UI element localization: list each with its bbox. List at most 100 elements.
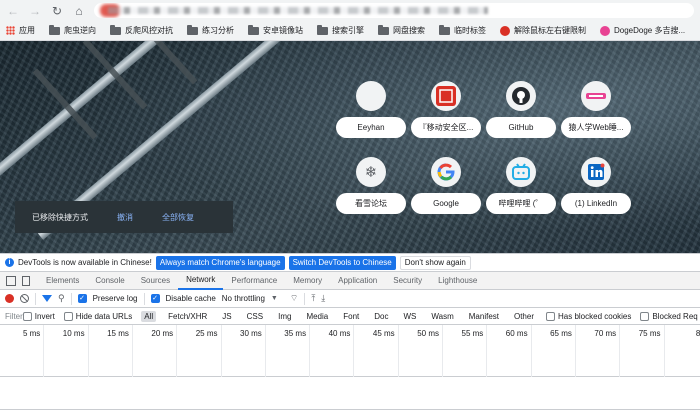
hide-data-urls-checkbox[interactable]: [63, 311, 73, 321]
reload-icon[interactable]: ↻: [50, 4, 64, 18]
clear-icon[interactable]: [20, 294, 29, 303]
tab-security[interactable]: Security: [385, 272, 430, 290]
import-har-icon[interactable]: ⤒: [311, 293, 315, 304]
shortcut-tile[interactable]: GitHub: [485, 79, 557, 141]
hide-data-urls-option[interactable]: Hide data URLs: [63, 311, 133, 321]
bookmark-label: 应用: [19, 26, 35, 35]
type-filter-all[interactable]: All: [141, 310, 157, 322]
tab-performance[interactable]: Performance: [223, 272, 285, 290]
has-blocked-cookies-option[interactable]: Has blocked cookies: [546, 311, 631, 321]
folder-icon: [378, 24, 389, 35]
hide-data-urls-label: Hide data URLs: [75, 311, 133, 321]
type-filter-fetch-xhr[interactable]: Fetch/XHR: [165, 311, 210, 322]
shortcut-tile[interactable]: 猿人学Web睡...: [560, 79, 632, 141]
tab-network[interactable]: Network: [178, 272, 224, 290]
tab-sources[interactable]: Sources: [133, 272, 178, 290]
blocked-requests-option[interactable]: Blocked Req: [640, 311, 698, 321]
separator: [143, 292, 145, 305]
bookmark-folder[interactable]: 安卓镜像站: [248, 24, 303, 36]
search-icon[interactable]: ⚲: [58, 293, 65, 304]
bookmark-folder[interactable]: 爬虫逆向: [49, 24, 96, 36]
shortcut-tile[interactable]: 哔哩哔哩 (゜: [485, 155, 557, 217]
bookmark-label: 安卓镜像站: [263, 26, 303, 35]
type-filter-manifest[interactable]: Manifest: [466, 311, 502, 322]
shortcut-label: Eeyhan: [336, 117, 406, 138]
folder-icon: [317, 24, 328, 35]
language-infobar: i DevTools is now available in Chinese! …: [0, 253, 700, 272]
bookmark-folder[interactable]: 练习分析: [187, 24, 234, 36]
type-filter-css[interactable]: CSS: [244, 311, 266, 322]
blocked-requests-checkbox[interactable]: [640, 311, 650, 321]
switch-chinese-button[interactable]: Switch DevTools to Chinese: [288, 255, 396, 270]
folder-icon: [248, 24, 259, 35]
browser-toolbar: ← → ↻ ⌂: [0, 0, 700, 21]
yuanrenxue-icon: [581, 81, 611, 111]
disable-cache-label: Disable cache: [165, 294, 216, 303]
tab-memory[interactable]: Memory: [285, 272, 330, 290]
bookmark-folder[interactable]: 网盘搜索: [378, 24, 425, 36]
dont-show-again-button[interactable]: Don't show again: [399, 255, 471, 270]
timeline-tick-label: 80: [695, 329, 700, 338]
shortcut-tile[interactable]: 『移动安全区...: [410, 79, 482, 141]
bookmark-mouse-unlock[interactable]: 解除鼠标左右键限制: [500, 25, 586, 36]
red-seal-icon: [431, 81, 461, 111]
filter-icon[interactable]: [42, 295, 52, 302]
back-arrow-icon[interactable]: ←: [6, 4, 20, 18]
tab-console[interactable]: Console: [87, 272, 132, 290]
shortcut-tile[interactable]: ❄ 看雪论坛: [335, 155, 407, 217]
shortcut-tile[interactable]: (1) LinkedIn: [560, 155, 632, 217]
infobar-message: DevTools is now available in Chinese!: [18, 258, 152, 267]
blank-icon: [356, 81, 386, 111]
wifi-settings-icon[interactable]: ⌔: [290, 293, 298, 304]
inspect-element-icon[interactable]: [6, 275, 16, 286]
restore-all-button[interactable]: 全部恢复: [162, 212, 194, 223]
bookmark-label: 反爬风控对抗: [125, 26, 173, 35]
redacted-url: [108, 7, 488, 14]
throttling-select[interactable]: No throttling: [222, 294, 265, 303]
type-filter-ws[interactable]: WS: [400, 311, 419, 322]
bookmark-label: 爬虫逆向: [64, 26, 96, 35]
bookmark-label: 练习分析: [202, 26, 234, 35]
shortcut-tile[interactable]: Eeyhan: [335, 79, 407, 141]
shortcut-tile[interactable]: Google: [410, 155, 482, 217]
invert-option[interactable]: Invert: [22, 311, 55, 321]
match-language-button[interactable]: Always match Chrome's language: [155, 255, 285, 270]
disable-cache-checkbox[interactable]: ✓: [150, 294, 160, 303]
device-toolbar-icon[interactable]: [22, 275, 30, 286]
request-list: [0, 377, 700, 410]
address-bar[interactable]: [94, 3, 694, 18]
tab-lighthouse[interactable]: Lighthouse: [430, 272, 485, 290]
filter-input[interactable]: Filter: [0, 312, 23, 321]
bookmark-folder[interactable]: 临时标签: [439, 24, 486, 36]
bookmarks-bar: 应用 爬虫逆向 反爬风控对抗 练习分析 安卓镜像站 搜索引擎 网盘搜索 临时标签…: [0, 21, 700, 41]
type-filter-js[interactable]: JS: [219, 311, 234, 322]
separator: [304, 292, 306, 305]
forward-arrow-icon[interactable]: →: [28, 4, 42, 18]
red-circle-icon: [500, 25, 510, 36]
tab-application[interactable]: Application: [330, 272, 385, 290]
bookmark-apps[interactable]: 应用: [6, 25, 35, 36]
toast-message: 已移除快捷方式: [32, 212, 88, 222]
shortcut-label: 『移动安全区...: [411, 117, 481, 138]
has-blocked-cookies-checkbox[interactable]: [546, 311, 555, 321]
undo-button[interactable]: 撤消: [117, 212, 133, 223]
type-filter-doc[interactable]: Doc: [371, 311, 391, 322]
bookmark-dogedoge[interactable]: DogeDoge 多吉搜...: [600, 25, 685, 36]
type-filter-other[interactable]: Other: [511, 311, 537, 322]
devtools-panel: i DevTools is now available in Chinese! …: [0, 253, 700, 411]
bookmark-folder[interactable]: 反爬风控对抗: [110, 24, 173, 36]
shortcut-label: 哔哩哔哩 (゜: [486, 193, 556, 214]
bookmark-label: 搜索引擎: [332, 26, 364, 35]
preserve-log-checkbox[interactable]: ✓: [77, 294, 87, 303]
type-filter-media[interactable]: Media: [303, 311, 331, 322]
type-filter-img[interactable]: Img: [275, 311, 294, 322]
separator: [70, 292, 72, 305]
bookmark-folder[interactable]: 搜索引擎: [317, 24, 364, 36]
home-icon[interactable]: ⌂: [72, 4, 86, 18]
export-har-icon[interactable]: ⤓: [321, 293, 325, 304]
tab-elements[interactable]: Elements: [38, 272, 87, 290]
invert-checkbox[interactable]: [22, 311, 32, 321]
record-icon[interactable]: [5, 294, 14, 303]
type-filter-wasm[interactable]: Wasm: [428, 311, 456, 322]
type-filter-font[interactable]: Font: [340, 311, 362, 322]
